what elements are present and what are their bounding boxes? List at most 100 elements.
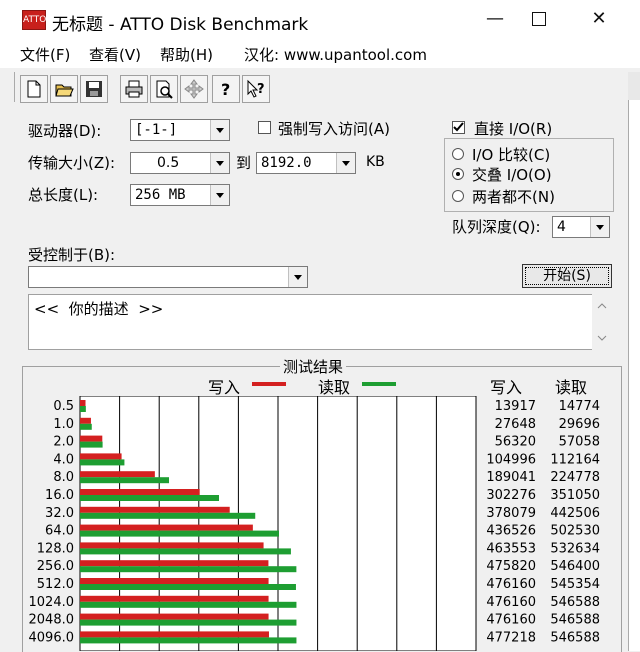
write-value: 475820 bbox=[486, 559, 536, 574]
direct-io-label: 直接 I/O(R) bbox=[474, 120, 553, 138]
controlled-by-label: 受控制于(B): bbox=[28, 246, 116, 264]
transfer-from-value: 0.5 bbox=[157, 155, 180, 171]
read-value: 442506 bbox=[550, 506, 600, 521]
app-logo-icon: ATTO bbox=[22, 10, 46, 30]
drive-select[interactable]: [-1-] bbox=[130, 119, 230, 141]
transfer-from-select[interactable]: 0.5 bbox=[130, 152, 230, 174]
chart-category-label: 4096.0 bbox=[29, 630, 75, 645]
legend-read-swatch bbox=[362, 382, 396, 386]
close-icon[interactable]: ✕ bbox=[584, 8, 614, 30]
start-button[interactable]: 开始(S) bbox=[522, 264, 612, 288]
menu-view[interactable]: 查看(V) bbox=[89, 44, 141, 65]
write-value: 476160 bbox=[486, 613, 536, 628]
write-bar bbox=[80, 453, 122, 460]
new-file-icon[interactable] bbox=[20, 75, 48, 103]
chart-category-label: 2048.0 bbox=[29, 613, 75, 628]
read-bar bbox=[80, 566, 297, 573]
write-bar bbox=[80, 613, 269, 620]
queue-depth-label: 队列深度(Q): bbox=[452, 218, 541, 236]
move-icon[interactable] bbox=[180, 75, 208, 103]
total-length-value: 256 MB bbox=[135, 187, 186, 203]
print-preview-icon[interactable] bbox=[150, 75, 178, 103]
legend-read-label: 读取 bbox=[318, 378, 351, 397]
svg-text:?: ? bbox=[257, 82, 265, 97]
read-value: 112164 bbox=[550, 452, 600, 467]
controlled-by-select[interactable] bbox=[28, 266, 308, 288]
context-help-icon[interactable]: ? bbox=[242, 75, 270, 103]
chart-category-label: 128.0 bbox=[37, 541, 74, 556]
maximize-icon[interactable] bbox=[524, 8, 554, 30]
read-value: 224778 bbox=[550, 470, 600, 485]
io-compare-label: I/O 比较(C) bbox=[472, 146, 551, 164]
chart-category-label: 1024.0 bbox=[29, 595, 75, 610]
read-bar bbox=[80, 459, 125, 466]
read-bar bbox=[80, 637, 297, 644]
chart-category-label: 8.0 bbox=[53, 470, 74, 485]
overlapped-io-radio[interactable] bbox=[452, 168, 464, 180]
chart-category-label: 64.0 bbox=[45, 524, 74, 539]
read-column-header: 读取 bbox=[555, 378, 588, 397]
queue-depth-select[interactable]: 4 bbox=[552, 216, 610, 238]
read-value: 546588 bbox=[550, 630, 600, 645]
chevron-down-icon[interactable] bbox=[590, 217, 609, 237]
direct-io-checkbox[interactable] bbox=[452, 121, 465, 134]
chevron-down-icon[interactable] bbox=[210, 185, 229, 205]
read-value: 546400 bbox=[550, 559, 600, 574]
transfer-to-value: 8192.0 bbox=[261, 155, 312, 171]
save-icon[interactable] bbox=[80, 75, 108, 103]
chevron-down-icon[interactable] bbox=[210, 120, 229, 140]
legend-write-label: 写入 bbox=[208, 378, 241, 397]
read-value: 545354 bbox=[550, 577, 600, 592]
read-bar bbox=[80, 619, 297, 626]
help-icon[interactable]: ? bbox=[212, 75, 240, 103]
io-compare-radio[interactable] bbox=[452, 148, 464, 160]
write-bar bbox=[80, 631, 269, 638]
svg-text:?: ? bbox=[221, 80, 230, 99]
total-length-select[interactable]: 256 MB bbox=[130, 184, 230, 206]
write-bar bbox=[80, 489, 200, 495]
minimize-icon[interactable]: — bbox=[480, 8, 510, 30]
description-text: << 你的描述 >> bbox=[34, 300, 164, 318]
chart-category-label: 32.0 bbox=[45, 506, 74, 521]
read-value: 57058 bbox=[559, 435, 600, 450]
menu-file[interactable]: 文件(F) bbox=[20, 44, 70, 65]
write-column-header: 写入 bbox=[490, 378, 523, 397]
write-value: 436526 bbox=[486, 524, 536, 539]
print-icon[interactable] bbox=[120, 75, 148, 103]
overlapped-io-label: 交叠 I/O(O) bbox=[472, 166, 552, 184]
write-bar bbox=[80, 578, 269, 584]
read-value: 29696 bbox=[559, 417, 600, 432]
chevron-down-icon[interactable] bbox=[210, 153, 229, 173]
chart-category-label: 256.0 bbox=[37, 559, 74, 574]
read-bar bbox=[80, 512, 256, 519]
menu-localization[interactable]: 汉化: www.upantool.com bbox=[244, 44, 427, 65]
write-value: 476160 bbox=[486, 577, 536, 592]
write-bar bbox=[80, 595, 269, 602]
neither-radio[interactable] bbox=[452, 190, 464, 202]
read-value: 546588 bbox=[550, 613, 600, 628]
read-bar bbox=[80, 584, 296, 590]
chevron-down-icon[interactable] bbox=[288, 267, 307, 287]
read-bar bbox=[80, 601, 297, 608]
chart-category-label: 1.0 bbox=[53, 417, 74, 432]
write-value: 13917 bbox=[495, 399, 536, 414]
menu-help[interactable]: 帮助(H) bbox=[160, 44, 213, 65]
read-bar bbox=[80, 530, 280, 537]
force-write-label: 强制写入访问(A) bbox=[278, 120, 390, 138]
write-bar bbox=[80, 400, 86, 406]
read-bar bbox=[80, 441, 103, 448]
window-title: 无标题 - ATTO Disk Benchmark bbox=[52, 15, 309, 35]
read-value: 532634 bbox=[550, 541, 600, 556]
open-folder-icon[interactable] bbox=[50, 75, 78, 103]
drive-value: [-1-] bbox=[135, 122, 178, 138]
force-write-checkbox[interactable] bbox=[258, 121, 271, 134]
description-scrollbar[interactable] bbox=[592, 294, 612, 350]
legend-write-swatch bbox=[252, 382, 286, 386]
write-value: 104996 bbox=[486, 452, 536, 467]
chevron-down-icon[interactable] bbox=[336, 153, 355, 173]
transfer-to-select[interactable]: 8192.0 bbox=[256, 152, 356, 174]
write-bar bbox=[80, 471, 155, 478]
read-bar bbox=[80, 495, 220, 501]
read-bar bbox=[80, 423, 92, 430]
neither-label: 两者都不(N) bbox=[472, 188, 555, 206]
